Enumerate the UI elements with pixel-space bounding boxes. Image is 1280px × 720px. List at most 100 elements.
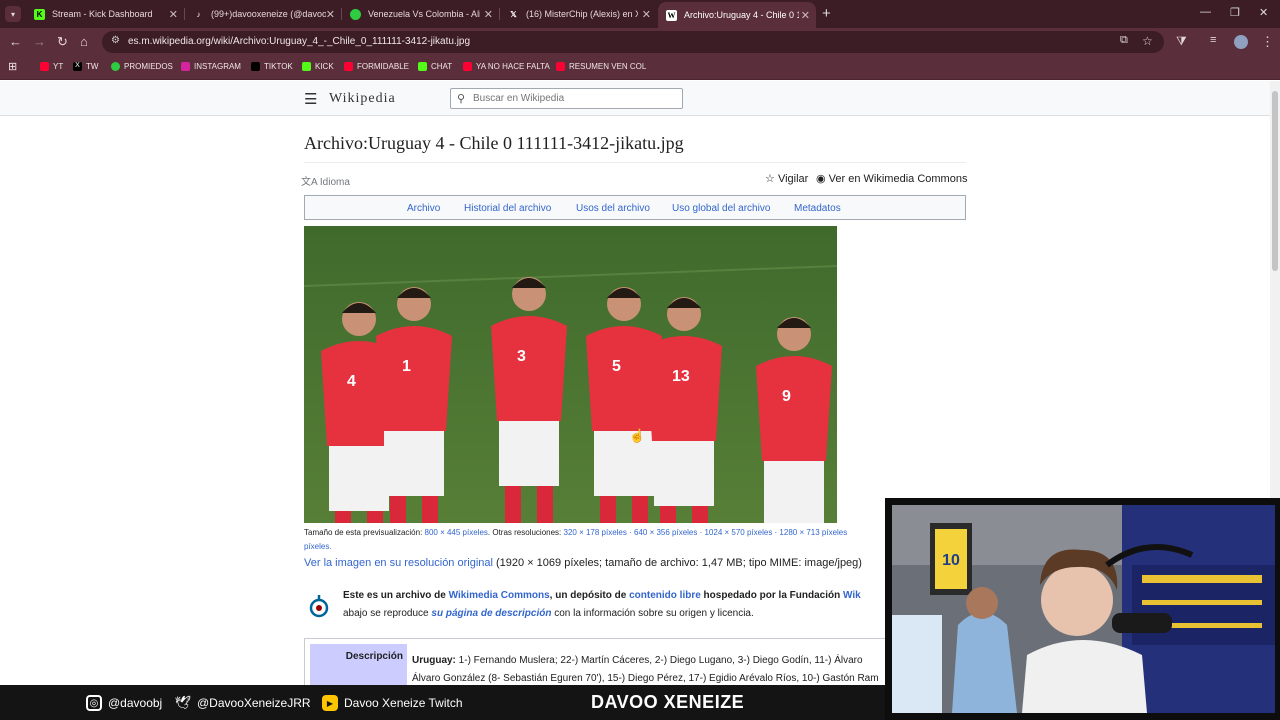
- tiktok-icon: [251, 62, 260, 71]
- file-tabs: Archivo Historial del archivo Usos del a…: [304, 195, 966, 220]
- foundation-link[interactable]: Wik: [843, 590, 861, 601]
- bookmark-resumen-ven-col[interactable]: RESUMEN VEN COL: [556, 62, 646, 71]
- home-icon[interactable]: ⌂: [80, 34, 88, 49]
- bookmark-star-icon[interactable]: ☆: [1142, 34, 1153, 48]
- reload-icon[interactable]: ↻: [57, 34, 68, 50]
- kick-icon: [418, 62, 427, 71]
- original-resolution-link[interactable]: Ver la imagen en su resolución original: [304, 557, 493, 569]
- player-number: 9: [782, 388, 791, 405]
- bookmark-promiedos[interactable]: PROMIEDOS: [111, 62, 173, 71]
- profile-avatar[interactable]: [1234, 35, 1248, 49]
- close-window-icon[interactable]: ✕: [1259, 6, 1268, 19]
- player-number: 13: [672, 368, 690, 385]
- youtube-icon: [463, 62, 472, 71]
- browser-tab-bar: ▾ K Stream - Kick Dashboard ✕ ♪ (99+)dav…: [0, 0, 1280, 28]
- watch-button[interactable]: ☆ Vigilar: [765, 172, 808, 185]
- close-tab-icon[interactable]: ✕: [169, 8, 178, 21]
- site-info-icon[interactable]: ⚙: [111, 35, 120, 46]
- description-line2: Álvaro González (8- Sebastián Eguren 70'…: [412, 673, 879, 684]
- res-other-links[interactable]: 320 × 178 píxeles · 640 × 356 píxeles · …: [564, 528, 848, 537]
- language-button[interactable]: 文A Idioma: [301, 173, 350, 188]
- commons-logo-icon: [308, 593, 330, 624]
- bookmark-tiktok[interactable]: TIKTOK: [251, 62, 293, 71]
- close-tab-icon[interactable]: ✕: [801, 9, 810, 22]
- install-app-icon[interactable]: ⧉: [1120, 34, 1128, 47]
- close-tab-icon[interactable]: ✕: [642, 8, 651, 21]
- hamburger-menu-icon[interactable]: ☰: [304, 90, 317, 108]
- tab-search-dropdown-icon[interactable]: ▾: [5, 6, 21, 22]
- resolution-info: Tamaño de esta previsualización: 800 × 4…: [304, 528, 848, 537]
- tab-metadatos[interactable]: Metadatos: [794, 203, 841, 214]
- bookmarks-bar: ⊞ YT X TW PROMIEDOS INSTAGRAM TIKTOK KICK…: [0, 56, 1280, 80]
- streamer-name: DAVOO XENEIZE: [591, 692, 745, 712]
- address-bar[interactable]: ⚙ es.m.wikipedia.org/wiki/Archivo:Urugua…: [102, 31, 1164, 53]
- wiki-header: ☰ Wikipedia ⚲: [0, 81, 1270, 116]
- star-icon: ☆: [765, 173, 775, 185]
- res-more-link[interactable]: píxeles.: [304, 542, 332, 551]
- original-resolution: Ver la imagen en su resolución original …: [304, 557, 862, 569]
- apps-grid-icon[interactable]: ⊞: [8, 60, 17, 73]
- browser-tab-x[interactable]: 𝕏 (16) MisterChip (Alexis) en X: "\ ✕: [500, 4, 657, 24]
- youtube-icon: ▶: [322, 695, 338, 711]
- view-on-commons-link[interactable]: ◉ Ver en Wikimedia Commons: [816, 172, 967, 185]
- minimize-icon[interactable]: —: [1200, 6, 1211, 18]
- reading-list-icon[interactable]: ≡: [1210, 34, 1216, 46]
- bookmark-chat[interactable]: CHAT: [418, 62, 452, 71]
- commons-link[interactable]: Wikimedia Commons: [449, 590, 550, 601]
- wikipedia-logo[interactable]: Wikipedia: [329, 91, 396, 107]
- description-table: Descripción Uruguay: 1-) Fernando Musler…: [304, 638, 904, 685]
- bookmark-instagram[interactable]: INSTAGRAM: [181, 62, 241, 71]
- new-tab-icon[interactable]: +: [822, 5, 831, 22]
- browser-toolbar: ← → ↻ ⌂ ⚙ es.m.wikipedia.org/wiki/Archiv…: [0, 28, 1280, 56]
- tab-archivo[interactable]: Archivo: [407, 203, 440, 214]
- webcam-overlay: 10: [885, 498, 1280, 720]
- browser-tab-kick[interactable]: K Stream - Kick Dashboard ✕: [26, 4, 184, 24]
- wiki-search-box[interactable]: ⚲: [450, 88, 683, 109]
- res-main-link[interactable]: 800 × 445 píxeles: [425, 528, 488, 537]
- browser-tab-tiktok[interactable]: ♪ (99+)davooxeneize (@davooxe ✕: [185, 4, 341, 24]
- menu-kebab-icon[interactable]: ⋮: [1261, 34, 1274, 50]
- hand-cursor-icon: ☝: [629, 428, 646, 443]
- promiedos-icon: [111, 62, 120, 71]
- back-icon[interactable]: ←: [9, 34, 22, 49]
- restore-icon[interactable]: ❐: [1230, 6, 1240, 19]
- tab-usos[interactable]: Usos del archivo: [576, 203, 650, 214]
- page-title: Archivo:Uruguay 4 - Chile 0 111111-3412-…: [304, 133, 684, 153]
- player-number: 1: [402, 358, 411, 375]
- youtube-icon: [344, 62, 353, 71]
- close-tab-icon[interactable]: ✕: [326, 8, 335, 21]
- description-page-link[interactable]: su página de descripción: [431, 608, 551, 619]
- kick-icon: K: [34, 8, 45, 20]
- translate-icon: 文A: [301, 177, 318, 188]
- extensions-icon[interactable]: ⧩: [1176, 34, 1187, 49]
- browser-tab-wikipedia[interactable]: W Archivo:Uruguay 4 - Chile 0 11 ✕: [658, 2, 816, 28]
- free-content-link[interactable]: contenido libre: [629, 590, 701, 601]
- bookmark-yt[interactable]: YT: [40, 62, 63, 71]
- bookmark-kick[interactable]: KICK: [302, 62, 334, 71]
- commons-notice-line1: Este es un archivo de Wikimedia Commons,…: [343, 590, 861, 601]
- commons-notice-line2: abajo se reproduce su página de descripc…: [343, 608, 754, 619]
- file-image[interactable]: 4 1 3 5 13 9: [304, 226, 837, 523]
- browser-tab-promiedos[interactable]: Venezuela Vs Colombia - Aline ✕: [342, 4, 499, 24]
- tab-historial[interactable]: Historial del archivo: [464, 203, 551, 214]
- youtube-channel: ▶ Davoo Xeneize Twitch: [322, 695, 463, 711]
- x-icon: 𝕏: [510, 9, 517, 19]
- kick-icon: [302, 62, 311, 71]
- instagram-icon: [181, 62, 190, 71]
- wikipedia-icon: W: [666, 9, 677, 21]
- search-icon: ⚲: [457, 93, 466, 105]
- twitter-handle: 🕊 @DavooXeneizeJRR: [174, 695, 311, 710]
- bookmark-tw[interactable]: X TW: [73, 62, 98, 71]
- instagram-icon: ◎: [86, 695, 102, 711]
- forward-icon[interactable]: →: [33, 34, 46, 49]
- bookmark-formidable[interactable]: FORMIDABLE: [344, 62, 409, 71]
- jersey-number: 10: [942, 552, 960, 569]
- close-tab-icon[interactable]: ✕: [484, 8, 493, 21]
- player-number: 4: [347, 373, 356, 390]
- promiedos-icon: [350, 8, 361, 20]
- bookmark-ya-no-hace-falta[interactable]: YA NO HACE FALTA: [463, 62, 550, 71]
- description-label: Descripción: [310, 644, 407, 685]
- search-input[interactable]: [473, 91, 673, 106]
- tab-uso-global[interactable]: Uso global del archivo: [672, 203, 770, 214]
- twitter-bird-icon: 🕊: [174, 695, 192, 710]
